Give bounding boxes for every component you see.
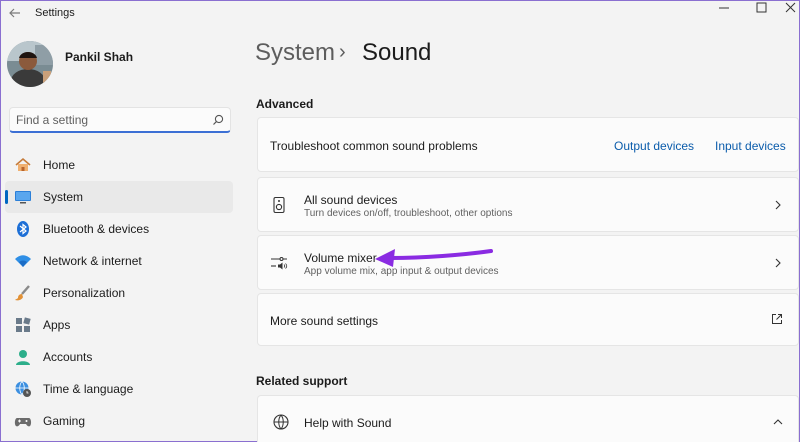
troubleshoot-label: Troubleshoot common sound problems bbox=[270, 139, 478, 153]
volume-mixer-card[interactable]: Volume mixer App volume mix, app input &… bbox=[257, 235, 799, 290]
sidebar-item-network[interactable]: Network & internet bbox=[5, 245, 233, 277]
globe-clock-icon bbox=[15, 381, 31, 397]
sidebar-item-label: System bbox=[43, 190, 84, 204]
sidebar-item-bluetooth[interactable]: Bluetooth & devices bbox=[5, 213, 233, 245]
wifi-icon bbox=[15, 255, 31, 267]
back-arrow-icon[interactable] bbox=[7, 5, 23, 21]
sidebar-item-label: Network & internet bbox=[43, 254, 142, 268]
home-icon bbox=[15, 157, 31, 171]
globe-icon bbox=[273, 414, 289, 430]
maximize-icon[interactable] bbox=[747, 1, 777, 15]
sidebar-item-accounts[interactable]: Accounts bbox=[5, 341, 233, 373]
monitor-icon bbox=[15, 191, 31, 204]
sidebar-item-label: Bluetooth & devices bbox=[43, 222, 150, 236]
external-link-icon bbox=[772, 314, 782, 324]
sidebar-item-label: Apps bbox=[43, 318, 71, 332]
sidebar-item-gaming[interactable]: Gaming bbox=[5, 405, 233, 437]
settings-window: Settings Pankil Shah Find a setting Home… bbox=[0, 0, 800, 442]
sidebar-item-time-language[interactable]: Time & language bbox=[5, 373, 233, 405]
breadcrumb-separator: › bbox=[339, 41, 346, 63]
volume-mixer-icon bbox=[271, 257, 288, 270]
page-title: Sound bbox=[362, 39, 432, 66]
section-title-advanced: Advanced bbox=[256, 97, 314, 111]
search-input[interactable] bbox=[16, 111, 206, 129]
sidebar-item-home[interactable]: Home bbox=[5, 149, 233, 181]
search-box[interactable] bbox=[9, 107, 231, 133]
input-devices-link[interactable]: Input devices bbox=[715, 139, 786, 153]
gamepad-icon bbox=[14, 418, 32, 427]
sidebar-item-label: Home bbox=[43, 158, 76, 172]
more-sound-settings-title: More sound settings bbox=[270, 314, 379, 328]
minimize-icon[interactable] bbox=[709, 1, 739, 15]
volume-mixer-title: Volume mixer bbox=[304, 251, 377, 265]
sidebar-item-label: Accounts bbox=[43, 350, 93, 364]
search-icon[interactable] bbox=[211, 113, 225, 127]
close-icon[interactable] bbox=[776, 1, 800, 15]
section-title-related-support: Related support bbox=[256, 374, 348, 388]
brush-icon bbox=[15, 285, 30, 301]
sidebar-item-personalization[interactable]: Personalization bbox=[5, 277, 233, 309]
sidebar-item-system[interactable]: System bbox=[5, 181, 233, 213]
sidebar-item-apps[interactable]: Apps bbox=[5, 309, 233, 341]
person-icon bbox=[16, 350, 30, 365]
sidebar-nav: Home System Bluetooth & devices Network bbox=[1, 149, 237, 437]
active-indicator bbox=[5, 190, 8, 204]
help-with-sound-title: Help with Sound bbox=[304, 416, 392, 430]
all-sound-devices-card[interactable]: All sound devices Turn devices on/off, t… bbox=[257, 177, 799, 232]
more-sound-settings-card[interactable]: More sound settings bbox=[257, 293, 799, 346]
output-devices-link[interactable]: Output devices bbox=[614, 139, 694, 153]
all-sound-devices-subtitle: Turn devices on/off, troubleshoot, other… bbox=[304, 208, 513, 219]
annotation-arrow bbox=[375, 249, 493, 267]
all-sound-devices-title: All sound devices bbox=[304, 193, 398, 207]
chevron-up-icon[interactable] bbox=[773, 417, 783, 427]
help-with-sound-card[interactable]: Help with Sound bbox=[257, 395, 799, 442]
chevron-right-icon bbox=[775, 200, 781, 210]
sidebar-item-label: Personalization bbox=[43, 286, 126, 300]
window-title: Settings bbox=[35, 7, 75, 19]
sidebar-item-label: Gaming bbox=[43, 414, 86, 428]
sidebar-item-label: Time & language bbox=[43, 382, 134, 396]
speaker-device-icon bbox=[273, 196, 285, 214]
avatar[interactable] bbox=[7, 41, 53, 87]
title-bar: Settings bbox=[1, 1, 800, 27]
troubleshoot-card: Troubleshoot common sound problems Outpu… bbox=[257, 117, 799, 172]
user-name: Pankil Shah bbox=[65, 50, 134, 64]
bluetooth-icon bbox=[17, 221, 29, 237]
chevron-right-icon bbox=[775, 258, 781, 268]
apps-icon bbox=[16, 317, 31, 332]
breadcrumb-parent[interactable]: System bbox=[255, 39, 335, 67]
